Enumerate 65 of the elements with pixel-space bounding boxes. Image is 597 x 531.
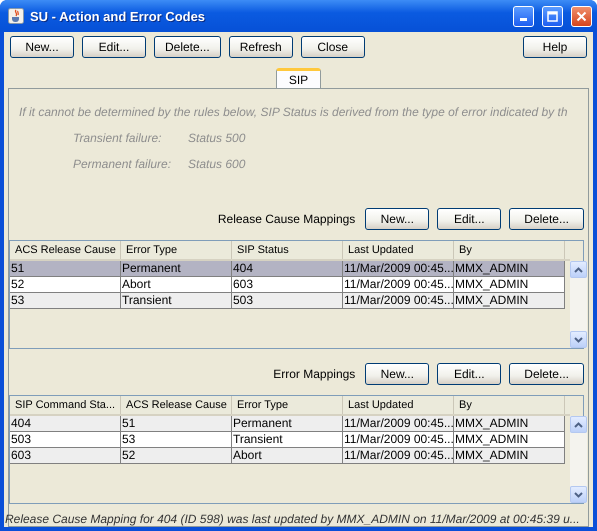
table-cell: Abort	[232, 448, 343, 464]
tab[interactable]: SIP	[276, 68, 322, 88]
table-row[interactable]: 53 Transient 503 11/Mar/2009 00:45...MMX_ADMIN	[10, 293, 565, 309]
scroll-up-button[interactable]	[570, 416, 587, 433]
toolbar-button[interactable]: Delete...	[154, 36, 221, 58]
cup-icon	[8, 8, 24, 24]
table-row[interactable]: 503 53 Transient 11/Mar/2009 00:45...MMX_ADMIN	[10, 432, 565, 448]
section-button[interactable]: New...	[365, 363, 430, 385]
column-header[interactable]: By	[454, 241, 565, 259]
table-cell: 503	[232, 293, 343, 309]
column-header[interactable]: Error Type	[121, 241, 232, 259]
table-row[interactable]: 404 51 Permanent 11/Mar/2009 00:45...MMX_ADMIN	[10, 416, 565, 432]
minimize-button[interactable]	[513, 6, 534, 26]
chevron-down-icon	[574, 336, 583, 342]
section-button[interactable]: Edit...	[437, 208, 502, 230]
scroll-down-button[interactable]	[570, 331, 587, 348]
maximize-button[interactable]	[542, 6, 563, 26]
toolbar-button[interactable]: Edit...	[82, 36, 146, 58]
status-text: Release Cause Mapping for 404 (ID 598) was last updated by MMX_ADMIN on 11/Mar/2009 at 00:45:39 u...	[5, 512, 581, 526]
table-cell: 603	[10, 448, 121, 464]
table-cell: Transient	[121, 293, 232, 309]
intro-text: If it cannot be determined by the rules below, SIP Status is derived from the type of error indicated by th	[19, 105, 569, 119]
scrollbar[interactable]	[570, 416, 587, 503]
column-header[interactable]: Last Updated	[343, 241, 454, 259]
table-row[interactable]: 51 Permanent 404 11/Mar/2009 00:45...MMX_ADMIN	[10, 261, 565, 277]
column-header[interactable]: ACS Release Cause	[10, 241, 121, 259]
chevron-up-icon	[574, 422, 583, 428]
scroll-down-button[interactable]	[570, 486, 587, 503]
section-button[interactable]: Delete...	[509, 363, 584, 385]
minimize-icon	[520, 18, 527, 21]
chevron-up-icon	[574, 266, 583, 272]
column-header[interactable]: SIP Status	[232, 241, 343, 259]
window-title: SU - Action and Error Codes	[30, 8, 206, 24]
table-cell: 52	[121, 448, 232, 464]
column-header[interactable]: Last Updated	[343, 396, 454, 414]
table-cell: MMX_ADMIN	[454, 293, 565, 309]
table-cell: 11/Mar/2009 00:45...	[343, 448, 454, 464]
scroll-up-button[interactable]	[570, 261, 587, 278]
section-button[interactable]: Edit...	[437, 363, 502, 385]
toolbar-button[interactable]: Refresh	[228, 36, 293, 58]
failure-label: Permanent failure:	[73, 157, 172, 171]
table-cell: 53	[10, 293, 121, 309]
help-button[interactable]: Help	[523, 36, 587, 58]
table-cell: MMX_ADMIN	[454, 448, 565, 464]
close-icon	[576, 10, 587, 22]
toolbar-button[interactable]: Close	[300, 36, 365, 58]
toolbar-button[interactable]: New...	[10, 36, 74, 58]
table-row[interactable]: 603 52 Abort 11/Mar/2009 00:45...MMX_ADMIN	[10, 448, 565, 464]
failure-status: Status 600	[188, 157, 246, 171]
column-header[interactable]: SIP Command Sta...	[10, 396, 121, 414]
table-cell: 11/Mar/2009 00:45...	[343, 293, 454, 309]
chevron-down-icon	[574, 492, 583, 498]
table-row[interactable]: 52 Abort 603 11/Mar/2009 00:45...MMX_ADMIN	[10, 277, 565, 293]
failure-status: Status 500	[188, 131, 246, 145]
section-label: Error Mappings	[273, 367, 356, 381]
section-button[interactable]: Delete...	[509, 208, 584, 230]
column-header[interactable]: ACS Release Cause	[121, 396, 232, 414]
close-button[interactable]	[571, 6, 592, 26]
section-button[interactable]: New...	[365, 208, 430, 230]
section-label: Release Cause Mappings	[218, 212, 356, 226]
column-header[interactable]: By	[454, 396, 565, 414]
column-header[interactable]: Error Type	[232, 396, 343, 414]
failure-label: Transient failure:	[73, 131, 162, 145]
maximize-icon	[547, 10, 558, 22]
scrollbar[interactable]	[570, 261, 587, 348]
